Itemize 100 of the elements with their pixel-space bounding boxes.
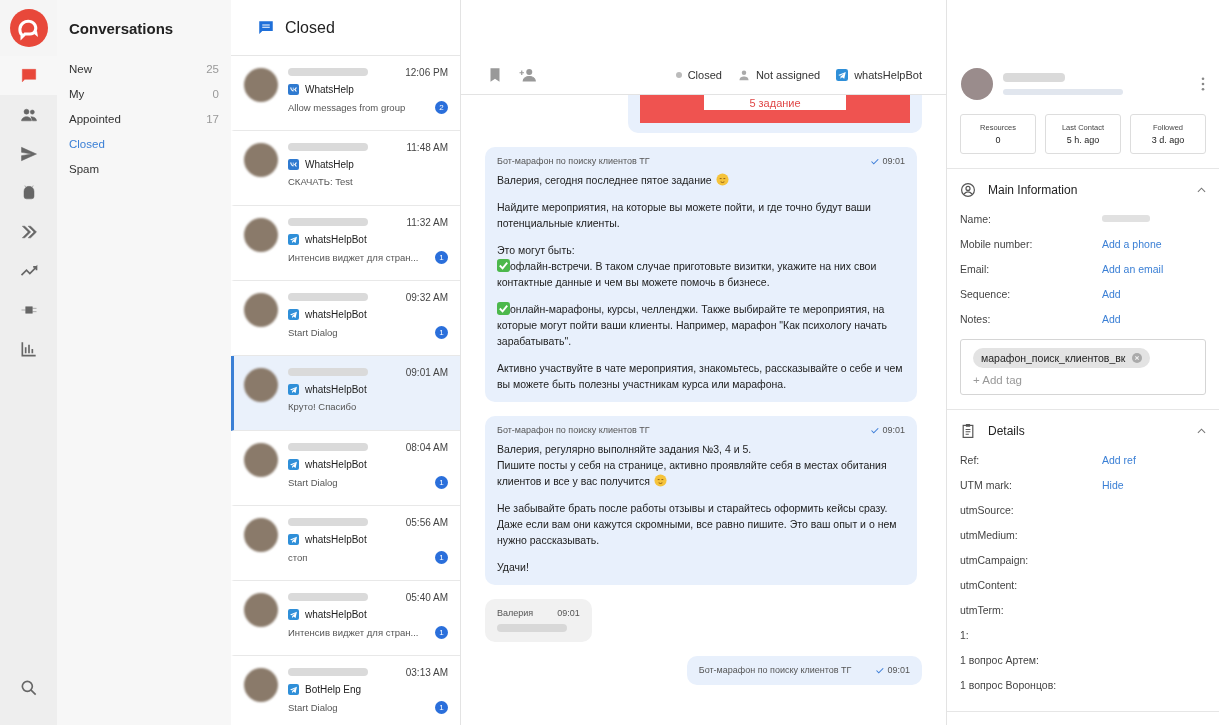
time-label: 12:06 PM [405, 66, 448, 78]
chevron-icon[interactable] [1197, 428, 1206, 434]
message-text: онлайн-марафоны, курсы, челленджи. Также выбирайте те мероприятия, на которые могут пойти ваши клиенты. Например, марафон "Как психологу начать зарабатывать". [497, 301, 888, 349]
conversation-item[interactable]: 05:56 AM whatsHelpBot стоп 1 [231, 506, 460, 581]
avatar-placeholder [244, 593, 278, 627]
field-label: utmTerm: [960, 603, 1005, 616]
check-icon [870, 425, 880, 435]
unread-badge: 1 [435, 626, 448, 639]
telegram-icon [288, 309, 299, 320]
time-label: 05:56 AM [405, 516, 448, 528]
check-box-icon [497, 259, 510, 272]
stat-value: 5 h. ago [1066, 135, 1100, 145]
add-link[interactable]: Add a phone [1102, 237, 1162, 250]
field-label: Mobile number: [960, 237, 1034, 250]
task-button[interactable]: 5 задание [704, 95, 846, 110]
message-text: офлайн-встречи. В таком случае приготовьте визитки, укажите на них свои контактные данные и чем вы можете помочь в бизнесе. [497, 258, 878, 290]
chevron-icon[interactable] [1197, 187, 1206, 193]
field-label: 1 вопрос Воронцов: [960, 678, 1058, 691]
message-preview: Start Dialog [288, 702, 338, 713]
channel-name: whatsHelpBot [305, 384, 367, 395]
more-icon[interactable] [1201, 77, 1205, 91]
message-text: Пишите посты у себя на странице, активно проявляйте себя в местах обитания клиентов и все у вас получится [497, 458, 888, 489]
message-time: 09:01 [870, 425, 905, 435]
field-label: UTM mark: [960, 478, 1013, 491]
avatar-placeholder [244, 293, 278, 327]
sender-name: Бот-марафон по поиску клиентов ТГ [497, 156, 650, 166]
message-time: 09:01 [557, 608, 580, 618]
telegram-icon [288, 609, 299, 620]
message-text: Активно участвуйте в чате мероприятия, знакомьтесь, рассказывайте о себе и чем вы можете быть полезны участникам курса или марафона. [497, 361, 904, 392]
message-text: Не забывайте брать после работы отзывы и старайтесь оформить кейсы сразу. Даже если вам они кажутся скромными, все равно пишите. Это ваш опыт и о нем нужно рассказывать. [497, 501, 898, 548]
folder-item[interactable]: Appointed 17 [69, 106, 219, 131]
add-link[interactable]: Add [1102, 287, 1121, 300]
sender-name: Валерия [497, 608, 534, 618]
avatar-placeholder [244, 68, 278, 102]
person-circle-icon [960, 182, 976, 198]
time-label: 09:32 AM [405, 291, 448, 303]
conversation-item[interactable]: 12:06 PM WhatsHelp Allow messages from group 2 [231, 56, 460, 131]
telegram-icon [288, 459, 299, 470]
vk-icon [288, 159, 299, 170]
message-preview: Start Dialog [288, 327, 338, 338]
blurred-name [1003, 73, 1065, 82]
unread-badge: 1 [435, 476, 448, 489]
add-link[interactable]: Add an email [1102, 262, 1164, 275]
conversation-item[interactable]: 03:13 AM BotHelp Eng Start Dialog 1 [231, 656, 460, 725]
field-label: utmMedium: [960, 528, 1019, 541]
unread-badge: 1 [435, 251, 448, 264]
time-label: 05:40 AM [405, 591, 448, 603]
folder-item[interactable]: Spam [69, 156, 219, 181]
time-label: 09:01 AM [405, 366, 448, 378]
time-label: 11:48 AM [406, 141, 448, 153]
field-label: utmSource: [960, 503, 1015, 516]
vk-icon [288, 84, 299, 95]
add-link[interactable]: Hide [1102, 478, 1124, 491]
avatar-placeholder [244, 368, 278, 402]
field-label: Email: [960, 262, 991, 275]
channel-name: whatsHelpBot [305, 459, 367, 470]
conversation-item[interactable]: 09:01 AM whatsHelpBot Круто! Спасибо [231, 356, 460, 431]
channel-name: WhatsHelp [305, 159, 354, 170]
avatar-placeholder [244, 518, 278, 552]
conversation-item[interactable]: 08:04 AM whatsHelpBot Start Dialog 1 [231, 431, 460, 506]
avatar-placeholder [244, 218, 278, 252]
chat-icon [257, 18, 275, 37]
telegram-icon [836, 69, 849, 81]
folder-item[interactable]: Closed [69, 131, 219, 156]
smiley-icon [653, 474, 667, 487]
folder-item[interactable]: New 25 [69, 56, 219, 81]
avatar-placeholder [961, 68, 993, 100]
time-label: 08:04 AM [405, 441, 448, 453]
list-title: Closed [285, 18, 335, 37]
message-text: Валерия, сегодня последнее пятое задание [497, 172, 905, 188]
message-preview: СКАЧАТЬ: Test [288, 176, 353, 187]
field-label: Notes: [960, 312, 992, 325]
field-label: utmContent: [960, 578, 1019, 591]
unread-badge: 1 [435, 551, 448, 564]
channel-name: whatsHelpBot [305, 609, 367, 620]
conversation-item[interactable]: 05:40 AM whatsHelpBot Интенсив виджет для стран... 1 [231, 581, 460, 656]
blurred-text [497, 624, 567, 632]
message-text: Удачи! [497, 560, 530, 575]
folder-item[interactable]: My 0 [69, 81, 219, 106]
time-label: 03:13 AM [405, 666, 448, 678]
add-link[interactable]: Add [1102, 312, 1121, 325]
field-label: Name: [960, 212, 992, 225]
assignee-label[interactable]: Not assigned [755, 69, 821, 81]
telegram-icon [288, 534, 299, 545]
telegram-icon [288, 234, 299, 245]
message-preview: Allow messages from group [288, 102, 406, 113]
channel-name: whatsHelpBot [305, 234, 367, 245]
section-title: Main Information [988, 183, 1079, 197]
add-person-icon[interactable] [518, 66, 536, 84]
blurred-text [1102, 215, 1150, 222]
person-icon [737, 69, 750, 81]
message-preview: Интенсив виджет для стран... [288, 252, 419, 263]
time-label: 11:32 AM [406, 216, 448, 228]
field-label: 1 вопрос Артем: [960, 653, 1040, 666]
conversation-item[interactable]: 11:32 AM whatsHelpBot Интенсив виджет для стран... 1 [231, 206, 460, 281]
add-link[interactable]: Add ref [1102, 453, 1136, 466]
conversation-item[interactable]: 11:48 AM WhatsHelp СКАЧАТЬ: Test [231, 131, 460, 206]
stat-value: 0 [995, 135, 1001, 145]
unread-badge: 1 [435, 701, 448, 714]
section-title: Conversations [69, 18, 175, 39]
